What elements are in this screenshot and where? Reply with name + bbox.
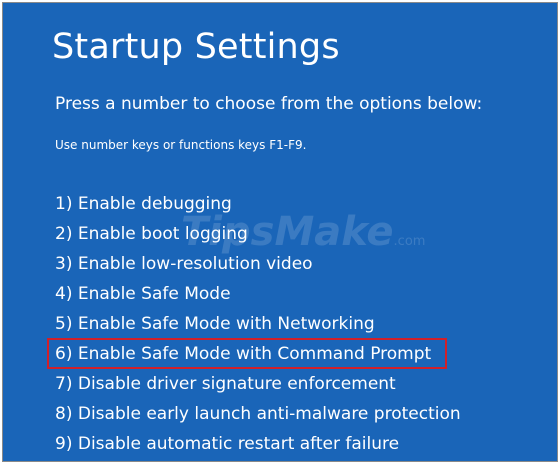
option-safe-mode-command-prompt[interactable]: 6) Enable Safe Mode with Command Prompt [47, 338, 461, 369]
key-hint-text: Use number keys or functions keys F1-F9. [55, 138, 307, 152]
option-safe-mode-networking[interactable]: 5) Enable Safe Mode with Networking [55, 309, 461, 339]
option-enable-debugging[interactable]: 1) Enable debugging [55, 189, 461, 219]
option-disable-driver-signature[interactable]: 7) Disable driver signature enforcement [55, 369, 461, 399]
startup-options-list: 1) Enable debugging 2) Enable boot loggi… [47, 189, 461, 459]
option-disable-automatic-restart[interactable]: 9) Disable automatic restart after failu… [55, 429, 461, 459]
option-enable-low-resolution-video[interactable]: 3) Enable low-resolution video [55, 249, 461, 279]
instruction-text: Press a number to choose from the option… [55, 94, 483, 114]
startup-settings-screen: Startup Settings Press a number to choos… [2, 2, 558, 462]
option-enable-boot-logging[interactable]: 2) Enable boot logging [55, 219, 461, 249]
page-title: Startup Settings [52, 27, 340, 67]
option-disable-early-launch-antimalware[interactable]: 8) Disable early launch anti-malware pro… [55, 399, 461, 429]
option-enable-safe-mode[interactable]: 4) Enable Safe Mode [55, 279, 461, 309]
